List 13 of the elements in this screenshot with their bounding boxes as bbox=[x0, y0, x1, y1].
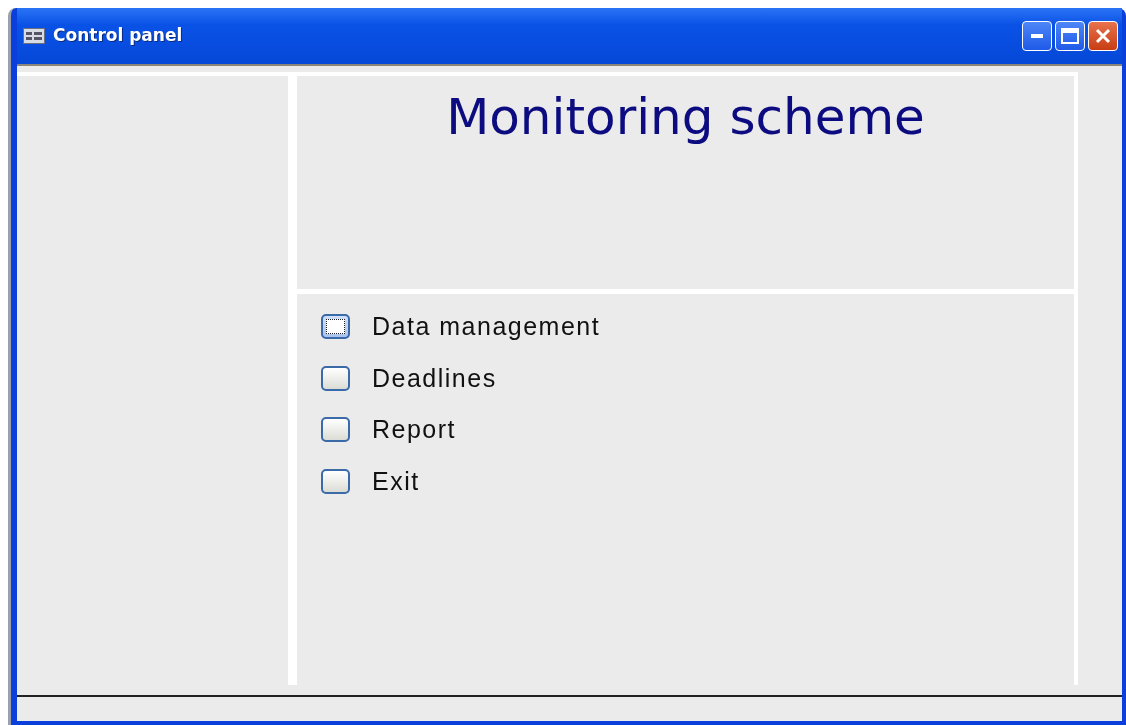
maximize-button[interactable] bbox=[1055, 21, 1085, 51]
window-title: Control panel bbox=[53, 24, 183, 48]
close-button[interactable] bbox=[1088, 21, 1118, 51]
minimize-icon bbox=[1031, 34, 1043, 38]
minimize-button[interactable] bbox=[1022, 21, 1052, 51]
heading: Monitoring scheme bbox=[446, 87, 925, 148]
maximize-icon bbox=[1061, 28, 1079, 44]
menu-button[interactable]: Data management bbox=[321, 308, 1050, 346]
menu-button[interactable]: Report bbox=[321, 411, 1050, 449]
menu-button[interactable]: Deadlines bbox=[321, 359, 1050, 397]
form-icon bbox=[23, 28, 45, 44]
menu-button[interactable]: Exit bbox=[321, 462, 1050, 500]
close-icon bbox=[1095, 28, 1111, 44]
